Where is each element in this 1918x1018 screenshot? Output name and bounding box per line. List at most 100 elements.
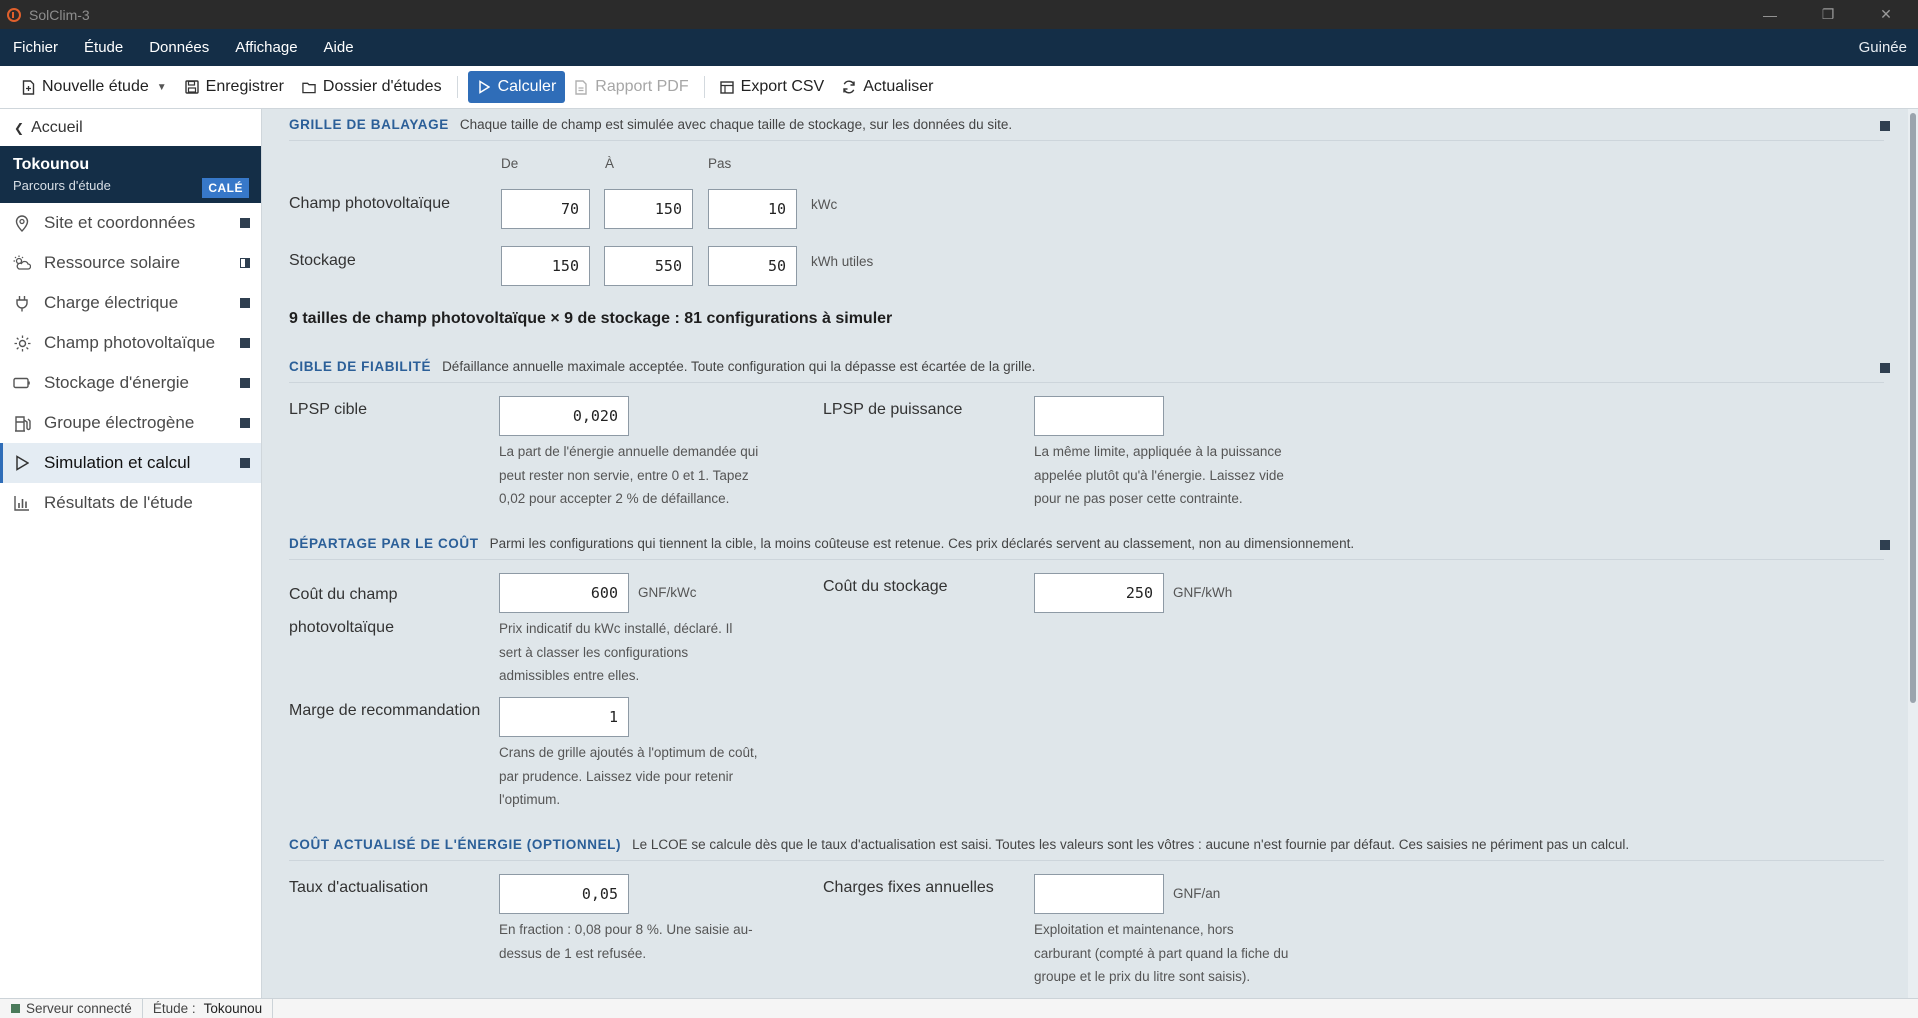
section-complete-icon <box>1880 363 1890 373</box>
window-titlebar: SolClim-3 — ❐ ✕ <box>0 0 1918 29</box>
content-scrollbar[interactable] <box>1908 109 1918 998</box>
toolbar: Nouvelle étude ▼ Enregistrer Dossier d'é… <box>0 66 1918 109</box>
storage-from-input[interactable]: 150 <box>501 246 590 286</box>
section-description: Défaillance annuelle maximale acceptée. … <box>442 359 1036 374</box>
pv-sweep-label: Champ photovoltaïque <box>289 195 450 212</box>
section-lcoe-header: COÛT ACTUALISÉ DE L'ÉNERGIE (OPTIONNEL) … <box>289 837 1884 861</box>
pv-step-input[interactable]: 10 <box>708 189 797 229</box>
menu-affichage[interactable]: Affichage <box>222 39 310 56</box>
save-button[interactable]: Enregistrer <box>176 71 293 103</box>
lpsp-power-input[interactable] <box>1034 396 1164 436</box>
sidebar-item-pv-field[interactable]: Champ photovoltaïque <box>0 323 261 363</box>
bar-chart-icon <box>13 494 31 512</box>
pv-cost-input[interactable]: 600 <box>499 573 629 613</box>
compute-label: Calculer <box>497 78 557 95</box>
pv-from-input[interactable]: 70 <box>501 189 590 229</box>
sidebar-item-solar-resource[interactable]: Ressource solaire <box>0 243 261 283</box>
document-plus-icon <box>21 79 35 95</box>
back-home-link[interactable]: ❮ Accueil <box>0 109 261 146</box>
status-divider <box>141 998 143 1018</box>
sidebar-item-simulation[interactable]: Simulation et calcul <box>0 443 261 483</box>
export-csv-button[interactable]: Export CSV <box>711 71 834 103</box>
discount-rate-hint: En fraction : 0,08 pour 8 %. Une saisie … <box>499 922 753 961</box>
sun-cloud-icon <box>13 254 31 272</box>
storage-cost-unit: GNF/kWh <box>1173 585 1233 600</box>
sidebar-item-label: Résultats de l'étude <box>44 493 193 512</box>
save-label: Enregistrer <box>205 78 284 95</box>
study-sidebar: ❮ Accueil Tokounou Parcours d'étude CALÉ… <box>0 109 262 998</box>
column-header-to: À <box>605 156 615 171</box>
recommendation-margin-label: Marge de recommandation <box>289 702 481 719</box>
recommendation-margin-hint: Crans de grille ajoutés à l'optimum de c… <box>499 745 758 807</box>
sidebar-item-storage[interactable]: Stockage d'énergie <box>0 363 261 403</box>
section-description: Chaque taille de champ est simulée avec … <box>459 117 1013 132</box>
study-header: Tokounou Parcours d'étude CALÉ <box>0 146 261 203</box>
sidebar-item-results[interactable]: Résultats de l'étude <box>0 483 261 523</box>
sidebar-item-label: Site et coordonnées <box>44 213 196 232</box>
refresh-icon <box>842 80 856 94</box>
region-label: Guinée <box>1858 39 1907 56</box>
window-title: SolClim-3 <box>29 6 90 23</box>
fixed-charges-input[interactable] <box>1034 874 1164 914</box>
app-logo-icon <box>7 7 21 22</box>
map-pin-icon <box>13 214 31 232</box>
study-status-value: Tokounou <box>203 1001 263 1016</box>
sun-icon <box>13 334 31 352</box>
compute-button[interactable]: Calculer <box>467 71 566 103</box>
refresh-button[interactable]: Actualiser <box>833 71 942 103</box>
sidebar-item-site[interactable]: Site et coordonnées <box>0 203 261 243</box>
section-title: DÉPARTAGE PAR LE COÛT <box>289 536 479 551</box>
sidebar-item-label: Simulation et calcul <box>44 453 191 472</box>
storage-cost-input[interactable]: 250 <box>1034 573 1164 613</box>
status-badge: CALÉ <box>202 178 249 198</box>
toolbar-divider <box>703 76 705 98</box>
menu-aide[interactable]: Aide <box>311 39 367 56</box>
section-description: Parmi les configurations qui tiennent la… <box>489 536 1355 551</box>
step-complete-icon <box>240 418 250 428</box>
step-complete-icon <box>240 378 250 388</box>
section-sweep-header: GRILLE DE BALAYAGE Chaque taille de cham… <box>289 117 1884 141</box>
menu-donnees[interactable]: Données <box>136 39 222 56</box>
discount-rate-input[interactable]: 0,05 <box>499 874 629 914</box>
sidebar-item-load[interactable]: Charge électrique <box>0 283 261 323</box>
storage-to-input[interactable]: 550 <box>604 246 693 286</box>
back-home-label: Accueil <box>31 118 83 136</box>
fuel-pump-icon <box>13 414 31 432</box>
minimize-button[interactable]: — <box>1742 0 1798 29</box>
studies-folder-label: Dossier d'études <box>322 78 442 95</box>
simulation-form: GRILLE DE BALAYAGE Chaque taille de cham… <box>263 109 1918 998</box>
toolbar-divider <box>456 76 458 98</box>
sidebar-item-label: Champ photovoltaïque <box>44 333 216 352</box>
study-status-label: Étude : <box>152 1001 196 1016</box>
recommendation-margin-input[interactable]: 1 <box>499 697 629 737</box>
sidebar-item-label: Stockage d'énergie <box>44 373 190 392</box>
server-status-icon <box>11 1004 20 1013</box>
studies-folder-button[interactable]: Dossier d'études <box>293 71 451 103</box>
step-partial-icon <box>240 258 250 268</box>
storage-step-input[interactable]: 50 <box>708 246 797 286</box>
menu-etude[interactable]: Étude <box>71 39 136 56</box>
scrollbar-thumb[interactable] <box>1910 113 1916 703</box>
maximize-button[interactable]: ❐ <box>1800 0 1856 29</box>
chevron-down-icon: ▼ <box>156 81 167 93</box>
pv-to-input[interactable]: 150 <box>604 189 693 229</box>
new-study-button[interactable]: Nouvelle étude ▼ <box>12 71 176 103</box>
discount-rate-label: Taux d'actualisation <box>289 879 429 896</box>
sidebar-item-genset[interactable]: Groupe électrogène <box>0 403 261 443</box>
play-icon <box>477 80 491 94</box>
step-complete-icon <box>240 298 250 308</box>
refresh-label: Actualiser <box>863 78 934 95</box>
step-complete-icon <box>240 218 250 228</box>
lpsp-power-hint: La même limite, appliquée à la puissance… <box>1034 444 1284 506</box>
menu-bar: Fichier Étude Données Affichage Aide Gui… <box>0 29 1918 66</box>
menu-fichier[interactable]: Fichier <box>0 39 71 56</box>
section-title: CIBLE DE FIABILITÉ <box>289 359 432 374</box>
pv-cost-hint: Prix indicatif du kWc installé, déclaré.… <box>499 621 733 683</box>
lpsp-target-input[interactable]: 0,020 <box>499 396 629 436</box>
step-complete-icon <box>240 338 250 348</box>
pdf-report-button[interactable]: Rapport PDF <box>565 71 697 103</box>
section-description: Le LCOE se calcule dès que le taux d'act… <box>632 837 1630 852</box>
lpsp-target-hint: La part de l'énergie annuelle demandée q… <box>499 444 759 506</box>
pdf-report-label: Rapport PDF <box>595 78 689 95</box>
close-window-button[interactable]: ✕ <box>1858 0 1914 29</box>
